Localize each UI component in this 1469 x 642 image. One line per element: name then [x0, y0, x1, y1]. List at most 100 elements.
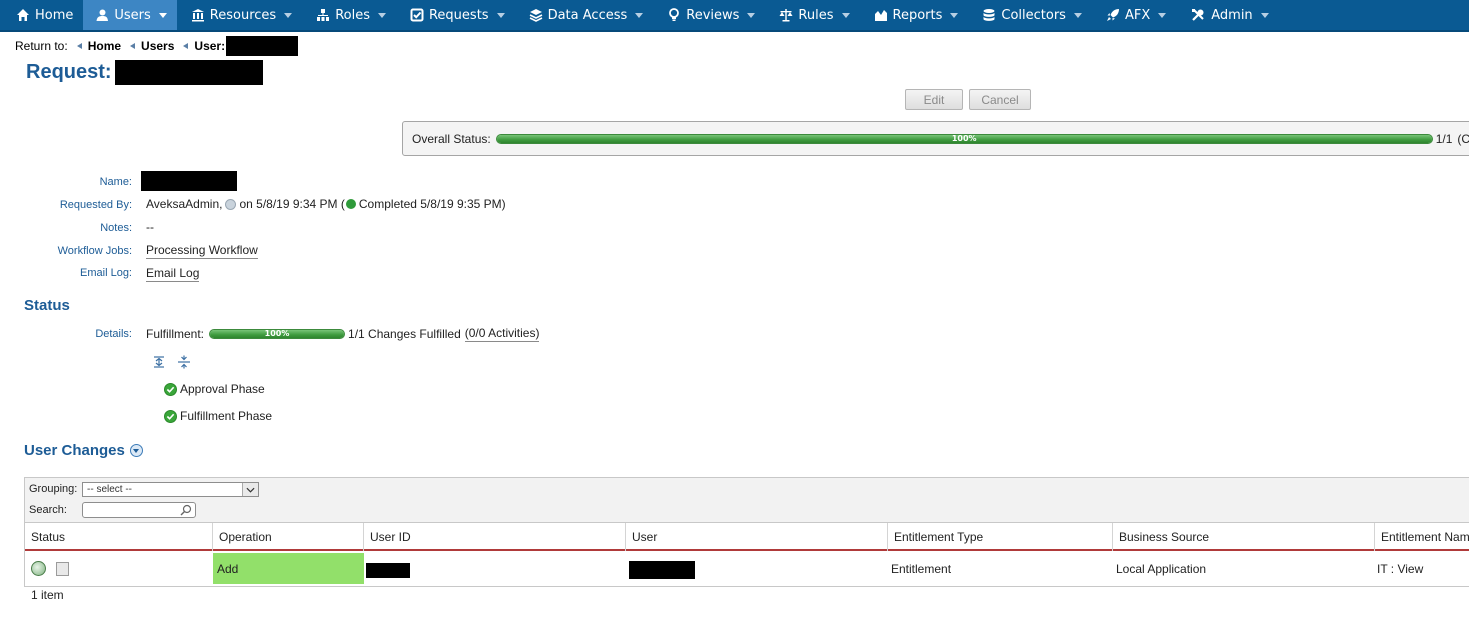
col-entitlement-type[interactable]: Entitlement Type	[888, 523, 1113, 551]
overall-status-trailing: (C	[1457, 131, 1469, 146]
page-title-text: Request:	[26, 60, 112, 83]
nav-home-label: Home	[35, 7, 74, 23]
nav-requests[interactable]: Requests	[396, 0, 515, 30]
col-operation[interactable]: Operation	[213, 523, 364, 551]
workflow-jobs-label: Workflow Jobs:	[57, 245, 132, 257]
breadcrumb-home[interactable]: Home	[88, 39, 121, 53]
nav-collectors[interactable]: Collectors	[968, 0, 1092, 30]
fulfillment-phase[interactable]: Fulfillment Phase	[164, 409, 272, 423]
nav-rules[interactable]: Rules	[765, 0, 859, 30]
overall-status-panel: Overall Status: 100% 1/1 (C	[402, 121, 1469, 156]
fulfillment-row: Fulfillment: 100% 1/1 Changes Fulfilled …	[146, 326, 540, 342]
chart-icon	[874, 8, 888, 22]
nav-users-label: Users	[114, 7, 151, 23]
nav-data-access-label: Data Access	[547, 7, 628, 23]
nav-rules-label: Rules	[798, 7, 834, 23]
fulfillment-label: Fulfillment:	[146, 327, 205, 341]
redacted-user	[629, 561, 695, 579]
cancel-button[interactable]: Cancel	[969, 89, 1031, 110]
processing-workflow-link[interactable]: Processing Workflow	[146, 243, 258, 259]
bulb-icon	[667, 8, 681, 22]
email-log-link[interactable]: Email Log	[146, 266, 200, 282]
status-section-title: Status	[24, 297, 70, 314]
name-value	[141, 171, 237, 191]
fulfillment-progress-bar: 100%	[209, 329, 346, 339]
cell-business-source: Local Application	[1116, 561, 1207, 576]
search-input[interactable]	[82, 502, 196, 518]
col-business-source[interactable]: Business Source	[1113, 523, 1375, 551]
nav-afx[interactable]: AFX	[1092, 0, 1176, 30]
caret-left-icon	[183, 42, 189, 49]
email-log-label: Email Log:	[80, 267, 132, 279]
nav-requests-label: Requests	[428, 7, 489, 23]
cell-user	[628, 553, 888, 584]
nav-admin[interactable]: Admin	[1176, 0, 1278, 30]
tools-icon	[1190, 8, 1206, 22]
edit-button[interactable]: Edit	[905, 89, 963, 110]
grouping-label: Grouping:	[29, 483, 78, 495]
cell-entitlement-type: Entitlement	[891, 561, 952, 576]
check-icon	[164, 409, 177, 423]
col-user-id[interactable]: User ID	[364, 523, 626, 551]
user-changes-title: User Changes	[24, 442, 143, 459]
home-icon	[16, 8, 30, 22]
nav-roles[interactable]: Roles	[302, 0, 396, 30]
search-icon[interactable]	[180, 504, 192, 516]
details-doc-icon[interactable]	[56, 561, 69, 576]
requested-on: on 5/8/19 9:34 PM (	[239, 197, 345, 211]
chevron-down-icon	[284, 12, 293, 18]
fulfillment-summary: 1/1 Changes Fulfilled	[348, 327, 461, 341]
chevron-down-circle-icon[interactable]	[129, 444, 143, 457]
requested-by-user[interactable]: AveksaAdmin,	[146, 197, 222, 211]
expand-all-icon[interactable]	[152, 355, 166, 369]
nav-reports[interactable]: Reports	[860, 0, 969, 30]
redacted-user-id	[366, 562, 410, 578]
notes-label: Notes:	[100, 222, 132, 234]
col-entitlement-name[interactable]: Entitlement Nam	[1375, 523, 1469, 551]
grouping-select[interactable]: -- select --	[82, 482, 259, 497]
chevron-down-icon	[841, 12, 850, 18]
user-icon	[95, 8, 109, 22]
completed-text: Completed 5/8/19 9:35 PM)	[358, 197, 506, 211]
collapse-all-icon[interactable]	[177, 355, 191, 369]
nav-data-access[interactable]: Data Access	[515, 0, 654, 30]
chevron-down-icon	[242, 483, 258, 496]
redacted-request-name	[114, 59, 263, 85]
status-details-label: Details:	[95, 328, 132, 340]
activities-link[interactable]: (0/0 Activities)	[464, 326, 540, 342]
overall-status-label: Overall Status:	[412, 131, 491, 146]
chevron-down-icon	[158, 12, 167, 18]
check-icon	[164, 382, 177, 396]
nav-resources[interactable]: Resources	[177, 0, 302, 30]
nav-users[interactable]: Users	[83, 0, 177, 30]
redacted-user-name	[226, 35, 299, 56]
table-row[interactable]: Add Entitlement Local Application IT : V…	[25, 553, 1469, 584]
breadcrumb-user[interactable]: User:	[194, 39, 225, 53]
completed-status-icon	[345, 199, 356, 209]
info-icon[interactable]	[225, 198, 237, 210]
notes-value: --	[146, 220, 154, 234]
search-label: Search:	[29, 504, 67, 516]
col-user[interactable]: User	[626, 523, 888, 551]
item-count: 1 item	[31, 588, 64, 602]
col-status[interactable]: Status	[25, 523, 213, 551]
refresh-status-icon[interactable]	[31, 561, 46, 576]
nav-home[interactable]: Home	[0, 0, 83, 30]
nav-admin-label: Admin	[1211, 7, 1253, 23]
grid-header: Status Operation User ID User Entitlemen…	[25, 523, 1469, 551]
nav-reviews[interactable]: Reviews	[653, 0, 765, 30]
chevron-down-icon	[635, 12, 644, 18]
grouping-select-value: -- select --	[87, 484, 132, 495]
chevron-down-icon	[747, 12, 756, 18]
checkbox-icon	[410, 8, 424, 22]
nav-reports-label: Reports	[892, 7, 943, 23]
fulfillment-progress-text: 100%	[264, 329, 290, 338]
breadcrumb: Return to: Home Users User:	[15, 35, 299, 56]
fulfillment-phase-label: Fulfillment Phase	[180, 409, 273, 423]
requested-by-value: AveksaAdmin, on 5/8/19 9:34 PM ( Complet…	[146, 197, 506, 211]
rocket-icon	[1106, 8, 1120, 22]
nav-resources-label: Resources	[209, 7, 277, 23]
approval-phase[interactable]: Approval Phase	[164, 382, 265, 396]
layers-icon	[529, 8, 543, 22]
breadcrumb-users[interactable]: Users	[141, 39, 174, 53]
